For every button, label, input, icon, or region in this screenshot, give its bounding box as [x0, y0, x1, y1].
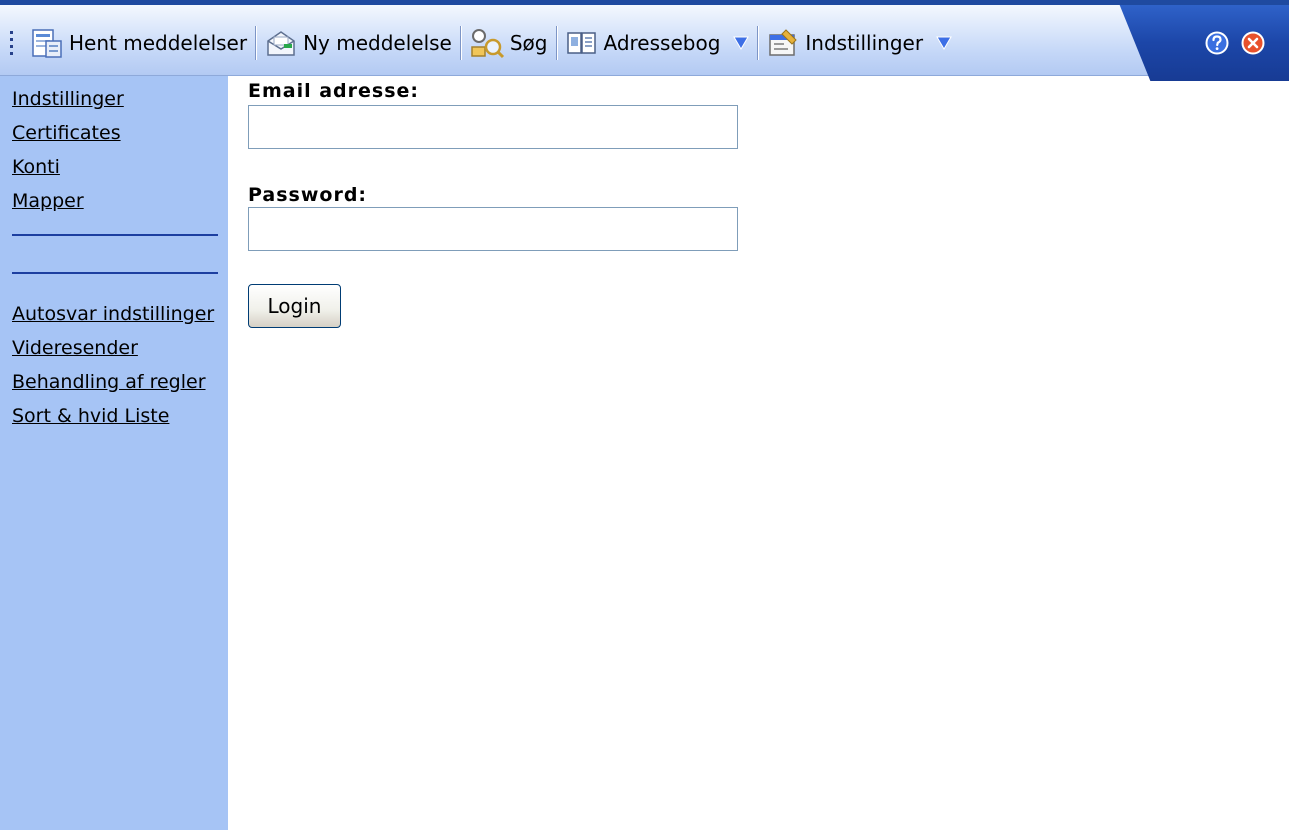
address-book-icon — [565, 27, 599, 59]
sidebar-item-autosvar[interactable]: Autosvar indstillinger — [12, 297, 214, 331]
sidebar-item-certificates[interactable]: Certificates — [12, 116, 124, 150]
toolbar: Hent meddelelser Ny meddelelse Søg Adres… — [0, 0, 1289, 81]
sidebar-item-videresender[interactable]: Videresender — [12, 331, 214, 365]
new-message-icon — [264, 27, 298, 59]
sidebar-divider — [12, 234, 218, 236]
sidebar-divider — [12, 272, 218, 274]
grip-icon[interactable] — [10, 31, 20, 55]
search-icon — [469, 27, 505, 59]
sidebar-bottom-links: Autosvar indstillinger Videresender Beha… — [12, 297, 214, 433]
close-icon[interactable] — [1241, 31, 1265, 55]
toolbar-separator — [255, 26, 257, 60]
settings-icon — [766, 27, 800, 59]
address-book-label: Adressebog — [603, 31, 721, 55]
toolbar-separator — [555, 26, 557, 60]
toolbar-separator — [459, 26, 461, 60]
password-field[interactable] — [248, 207, 738, 251]
toolbar-window-controls — [1161, 5, 1289, 81]
search-label: Søg — [509, 31, 548, 55]
dropdown-arrow-icon[interactable] — [733, 36, 750, 50]
sidebar-item-mapper[interactable]: Mapper — [12, 184, 124, 218]
get-messages-button[interactable]: Hent meddelelser — [30, 27, 247, 59]
search-button[interactable]: Søg — [469, 27, 548, 59]
sidebar-item-sort-hvid-liste[interactable]: Sort & hvid Liste — [12, 399, 214, 433]
email-label: Email adresse: — [248, 80, 420, 102]
get-messages-label: Hent meddelelser — [69, 31, 248, 55]
settings-button[interactable]: Indstillinger — [766, 27, 952, 59]
new-message-button[interactable]: Ny meddelelse — [264, 27, 452, 59]
toolbar-items: Hent meddelelser Ny meddelelse Søg Adres… — [0, 5, 952, 81]
sidebar-top-links: Indstillinger Certificates Konti Mapper — [12, 82, 124, 218]
help-icon[interactable] — [1205, 31, 1229, 55]
sidebar-item-konti[interactable]: Konti — [12, 150, 124, 184]
password-label: Password: — [248, 184, 368, 206]
toolbar-separator — [757, 26, 759, 60]
sidebar-item-indstillinger[interactable]: Indstillinger — [12, 82, 124, 116]
new-message-label: Ny meddelelse — [303, 31, 452, 55]
email-field[interactable] — [248, 105, 738, 149]
sidebar: Indstillinger Certificates Konti Mapper … — [0, 76, 228, 830]
login-button[interactable]: Login — [248, 284, 341, 328]
get-mail-icon — [30, 27, 64, 59]
settings-label: Indstillinger — [805, 31, 924, 55]
address-book-button[interactable]: Adressebog — [565, 27, 750, 59]
sidebar-item-regler[interactable]: Behandling af regler — [12, 365, 214, 399]
dropdown-arrow-icon[interactable] — [936, 36, 952, 50]
